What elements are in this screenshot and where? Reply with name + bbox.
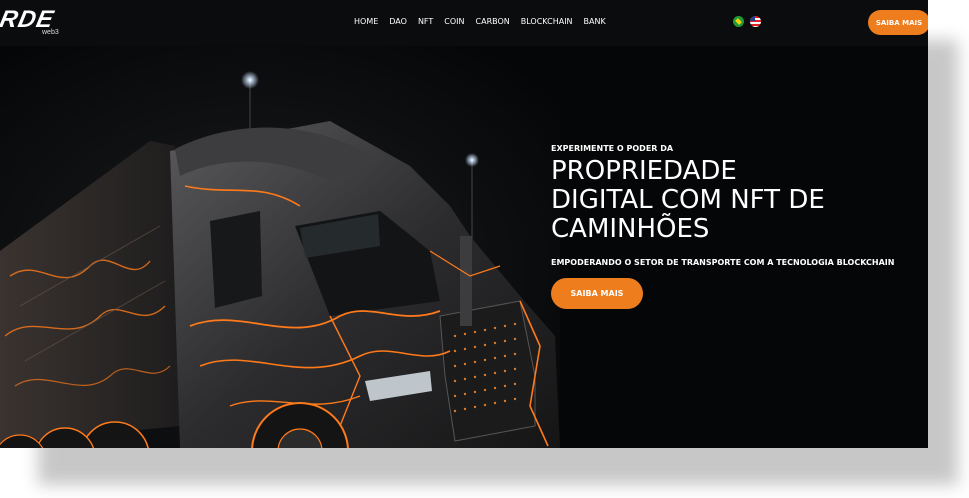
headline-line-2: DIGITAL COM NFT DE <box>551 185 825 215</box>
nav-item-carbon[interactable]: CARBON <box>476 17 510 26</box>
nav-item-blockchain[interactable]: BLOCKCHAIN <box>521 17 573 26</box>
browser-viewport: RDE web3 HOME DAO NFT COIN CARBON BLOCKC… <box>0 0 928 448</box>
nav-item-bank[interactable]: BANK <box>584 17 606 26</box>
language-switcher <box>733 16 761 27</box>
nav-item-nft[interactable]: NFT <box>418 17 433 26</box>
main-nav: HOME DAO NFT COIN CARBON BLOCKCHAIN BANK <box>354 17 606 26</box>
hero-cta-button[interactable]: SAIBA MAIS <box>551 278 643 309</box>
headline-line-1: PROPRIEDADE <box>551 156 737 186</box>
logo-subtitle: web3 <box>42 29 59 36</box>
brazil-flag-icon[interactable] <box>733 16 744 27</box>
hero-content: EXPERIMENTE O PODER DA PROPRIEDADE DIGIT… <box>551 144 921 309</box>
headline-line-3: CAMINHÕES <box>551 214 710 244</box>
nav-item-dao[interactable]: DAO <box>389 17 407 26</box>
hero-eyebrow: EXPERIMENTE O PODER DA <box>551 144 674 153</box>
truck-illustration <box>0 46 560 448</box>
site-header: RDE web3 HOME DAO NFT COIN CARBON BLOCKC… <box>0 0 928 46</box>
hero-headline: PROPRIEDADE DIGITAL COM NFT DE CAMINHÕES <box>551 157 921 244</box>
header-cta-button[interactable]: SAIBA MAIS <box>868 10 928 35</box>
nav-item-coin[interactable]: COIN <box>444 17 464 26</box>
nav-item-home[interactable]: HOME <box>354 17 378 26</box>
hero-subline: EMPODERANDO O SETOR DE TRANSPORTE COM A … <box>551 258 895 267</box>
usa-flag-icon[interactable] <box>750 16 761 27</box>
